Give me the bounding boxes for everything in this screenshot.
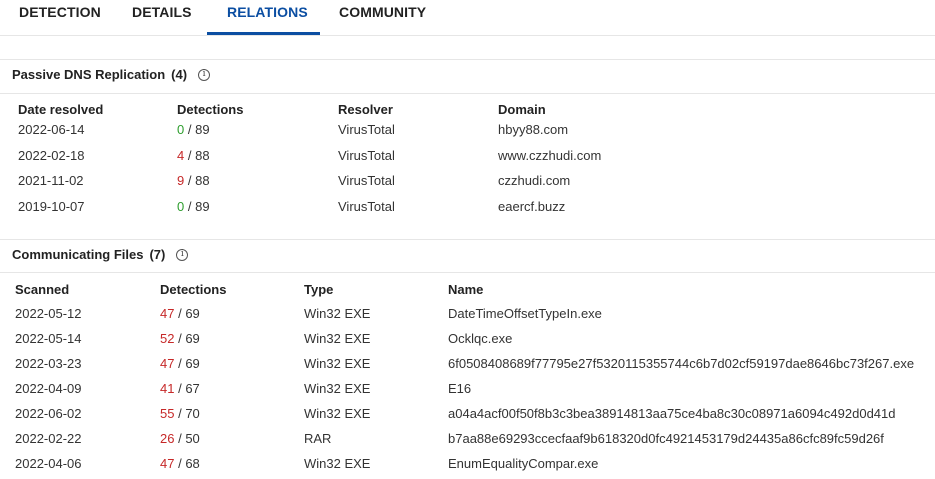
file-scanned-date: 2022-02-22 [15,431,82,446]
detection-count: 52 [160,331,175,346]
detection-total: / 69 [178,356,200,371]
detection-count: 47 [160,306,175,321]
detection-count: 9 [177,173,185,188]
dns-domain-link[interactable]: hbyy88.com [498,122,568,137]
communicating-files-title: Communicating Files [12,247,144,262]
file-type: Win32 EXE [304,331,371,346]
dns-resolver: VirusTotal [338,173,395,188]
detection-ratio[interactable]: 41 / 67 [160,381,200,396]
info-icon[interactable]: i [198,68,211,81]
detection-total: / 69 [178,331,200,346]
detection-count: 47 [160,356,175,371]
file-name-link[interactable]: Ocklqc.exe [448,331,512,346]
passive-dns-header: Passive DNS Replication (4) i [12,67,211,82]
dns-domain-link[interactable]: www.czzhudi.com [498,148,601,163]
detection-total: / 89 [187,122,210,137]
detection-ratio[interactable]: 55 / 70 [160,406,200,421]
column-header-date-resolved[interactable]: Date resolved [18,102,103,117]
detection-count: 0 [177,199,185,214]
detection-total: / 67 [178,381,200,396]
file-type: RAR [304,431,332,446]
dns-date: 2021-11-02 [18,173,84,188]
detection-count: 4 [177,148,185,163]
active-tab-indicator [207,32,320,35]
column-header-name[interactable]: Name [448,282,483,297]
detection-count: 0 [177,122,185,137]
detection-total: / 50 [178,431,200,446]
dns-domain-link[interactable]: eaercf.buzz [498,199,565,214]
section-divider [0,239,935,240]
tab-bar: DETECTION DETAILS RELATIONS COMMUNITY [0,0,935,36]
file-name-link[interactable]: EnumEqualityCompar.exe [448,456,598,471]
column-header-detections[interactable]: Detections [160,282,226,297]
file-name-link[interactable]: E16 [448,381,471,396]
dns-resolver: VirusTotal [338,122,395,137]
section-divider [0,59,935,60]
communicating-files-count: (7) [149,247,166,262]
file-type: Win32 EXE [304,456,371,471]
file-scanned-date: 2022-05-12 [15,306,82,321]
dns-date: 2019-10-07 [18,199,85,214]
column-header-type[interactable]: Type [304,282,333,297]
tab-details[interactable]: DETAILS [132,0,192,36]
detection-ratio[interactable]: 0 / 89 [177,199,210,214]
dns-date: 2022-06-14 [18,122,85,137]
section-divider [0,272,935,273]
dns-domain-link[interactable]: czzhudi.com [498,173,570,188]
passive-dns-title: Passive DNS Replication [12,67,166,82]
file-name-link[interactable]: a04a4acf00f50f8b3c3bea38914813aa75ce4ba8… [448,406,895,421]
tab-community[interactable]: COMMUNITY [339,0,426,36]
column-header-detections[interactable]: Detections [177,102,243,117]
file-scanned-date: 2022-04-06 [15,456,82,471]
detection-count: 47 [160,456,175,471]
detection-total: / 69 [178,306,200,321]
detection-ratio[interactable]: 47 / 68 [160,456,200,471]
file-scanned-date: 2022-05-14 [15,331,82,346]
detection-total: / 70 [178,406,200,421]
detection-ratio[interactable]: 0 / 89 [177,122,210,137]
file-type: Win32 EXE [304,381,371,396]
detection-total: / 68 [178,456,200,471]
column-header-scanned[interactable]: Scanned [15,282,69,297]
file-scanned-date: 2022-03-23 [15,356,82,371]
communicating-files-header: Communicating Files (7) i [12,247,189,262]
detection-ratio[interactable]: 47 / 69 [160,306,200,321]
column-header-domain[interactable]: Domain [498,102,546,117]
column-header-resolver[interactable]: Resolver [338,102,393,117]
dns-resolver: VirusTotal [338,148,395,163]
detection-count: 26 [160,431,175,446]
file-scanned-date: 2022-04-09 [15,381,82,396]
tab-relations[interactable]: RELATIONS [227,0,308,36]
file-type: Win32 EXE [304,306,371,321]
detection-ratio[interactable]: 4 / 88 [177,148,210,163]
detection-count: 55 [160,406,175,421]
file-type: Win32 EXE [304,356,371,371]
info-icon[interactable]: i [176,248,189,261]
dns-resolver: VirusTotal [338,199,395,214]
file-name-link[interactable]: 6f0508408689f77795e27f5320115355744c6b7d… [448,356,914,371]
detection-ratio[interactable]: 47 / 69 [160,356,200,371]
detection-ratio[interactable]: 26 / 50 [160,431,200,446]
file-name-link[interactable]: b7aa88e69293ccecfaaf9b618320d0fc49214531… [448,431,884,446]
detection-ratio[interactable]: 9 / 88 [177,173,210,188]
detection-total: / 88 [187,148,210,163]
detection-count: 41 [160,381,175,396]
detection-total: / 88 [187,173,210,188]
detection-total: / 89 [187,199,210,214]
tab-detection[interactable]: DETECTION [19,0,101,36]
passive-dns-count: (4) [171,67,188,82]
file-scanned-date: 2022-06-02 [15,406,82,421]
dns-date: 2022-02-18 [18,148,85,163]
file-type: Win32 EXE [304,406,371,421]
detection-ratio[interactable]: 52 / 69 [160,331,200,346]
file-name-link[interactable]: DateTimeOffsetTypeIn.exe [448,306,602,321]
section-divider [0,93,935,94]
